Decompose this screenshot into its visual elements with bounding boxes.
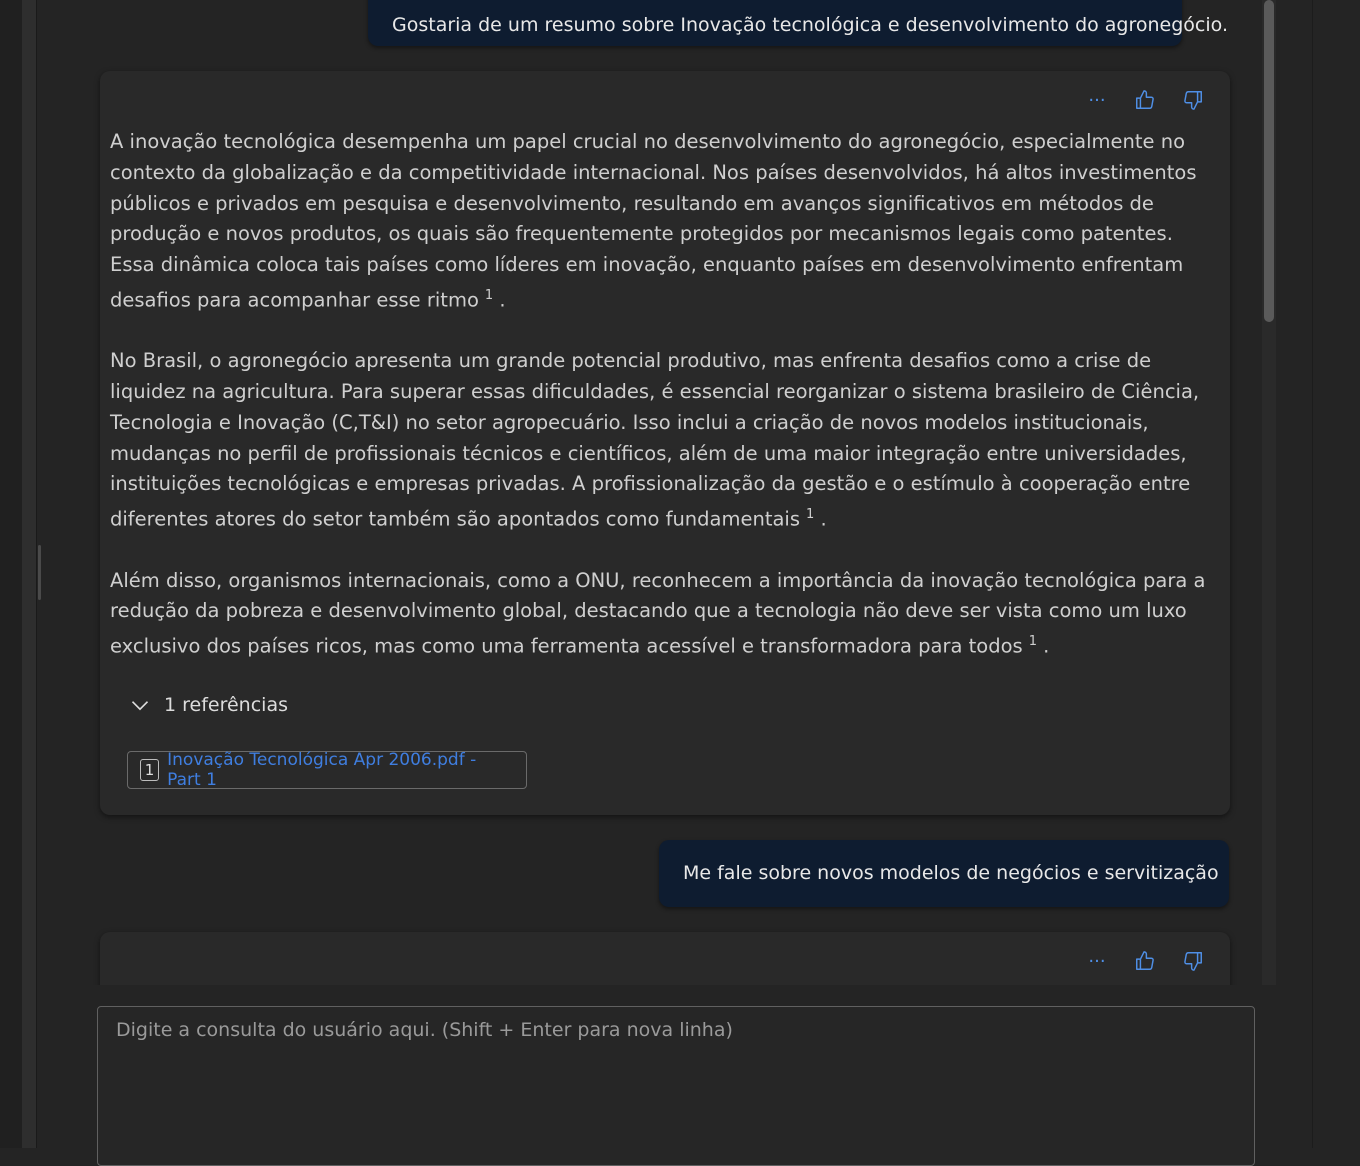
panel-resize-handle[interactable] [38,545,41,600]
citation-marker[interactable]: 1 [806,507,814,522]
paragraph-text: No Brasil, o agronegócio apresenta um gr… [110,349,1200,531]
left-panel-edge [22,0,37,1148]
thumbs-up-icon[interactable] [1128,87,1162,113]
references-toggle[interactable]: 1 referências [130,694,288,716]
query-input[interactable]: Digite a consulta do usuário aqui. (Shif… [97,1006,1255,1166]
user-message-text: Me fale sobre novos modelos de negócios … [683,862,1219,884]
ellipsis-icon: ··· [1088,950,1106,972]
answer-paragraph: A inovação tecnológica desempenha um pap… [110,130,1197,312]
assistant-message: ··· A inovação tecnológica desempenha um… [100,71,1230,815]
thumbs-down-icon[interactable] [1176,87,1210,113]
answer-paragraph: Além disso, organismos internacionais, c… [110,568,1206,658]
assistant-message: ··· [100,932,1230,985]
right-window-rail [1312,0,1360,1148]
user-message: Gostaria de um resumo sobre Inovação tec… [368,0,1228,46]
chat-scrollbar-thumb[interactable] [1264,0,1274,322]
more-options-icon[interactable]: ··· [1080,87,1114,113]
paragraph-text: A inovação tecnológica desempenha um pap… [110,130,1197,312]
query-placeholder: Digite a consulta do usuário aqui. (Shif… [116,1019,733,1041]
ellipsis-icon: ··· [1088,89,1106,111]
user-message: Me fale sobre novos modelos de negócios … [659,840,1229,907]
left-window-rail [0,0,22,1148]
chevron-down-icon [131,701,149,711]
chat-transcript: Gostaria de um resumo sobre Inovação tec… [60,0,1280,985]
more-options-icon[interactable]: ··· [1080,948,1114,974]
paragraph-text: Além disso, organismos internacionais, c… [110,568,1206,658]
reference-number-badge: 1 [140,759,160,781]
assistant-answer: A inovação tecnológica desempenha um pap… [110,127,1220,692]
thumbs-up-icon[interactable] [1128,948,1162,974]
references-label: 1 referências [164,694,288,716]
reference-title: Inovação Tecnológica Apr 2006.pdf - Part… [167,750,477,790]
reference-link[interactable]: 1 Inovação Tecnológica Apr 2006.pdf - Pa… [127,750,527,790]
citation-marker[interactable]: 1 [485,288,493,303]
thumbs-down-icon[interactable] [1176,948,1210,974]
message-actions: ··· [1080,948,1210,974]
user-message-text: Gostaria de um resumo sobre Inovação tec… [392,14,1228,36]
answer-paragraph: No Brasil, o agronegócio apresenta um gr… [110,349,1200,531]
message-actions: ··· [1080,87,1210,113]
citation-marker[interactable]: 1 [1029,634,1037,649]
